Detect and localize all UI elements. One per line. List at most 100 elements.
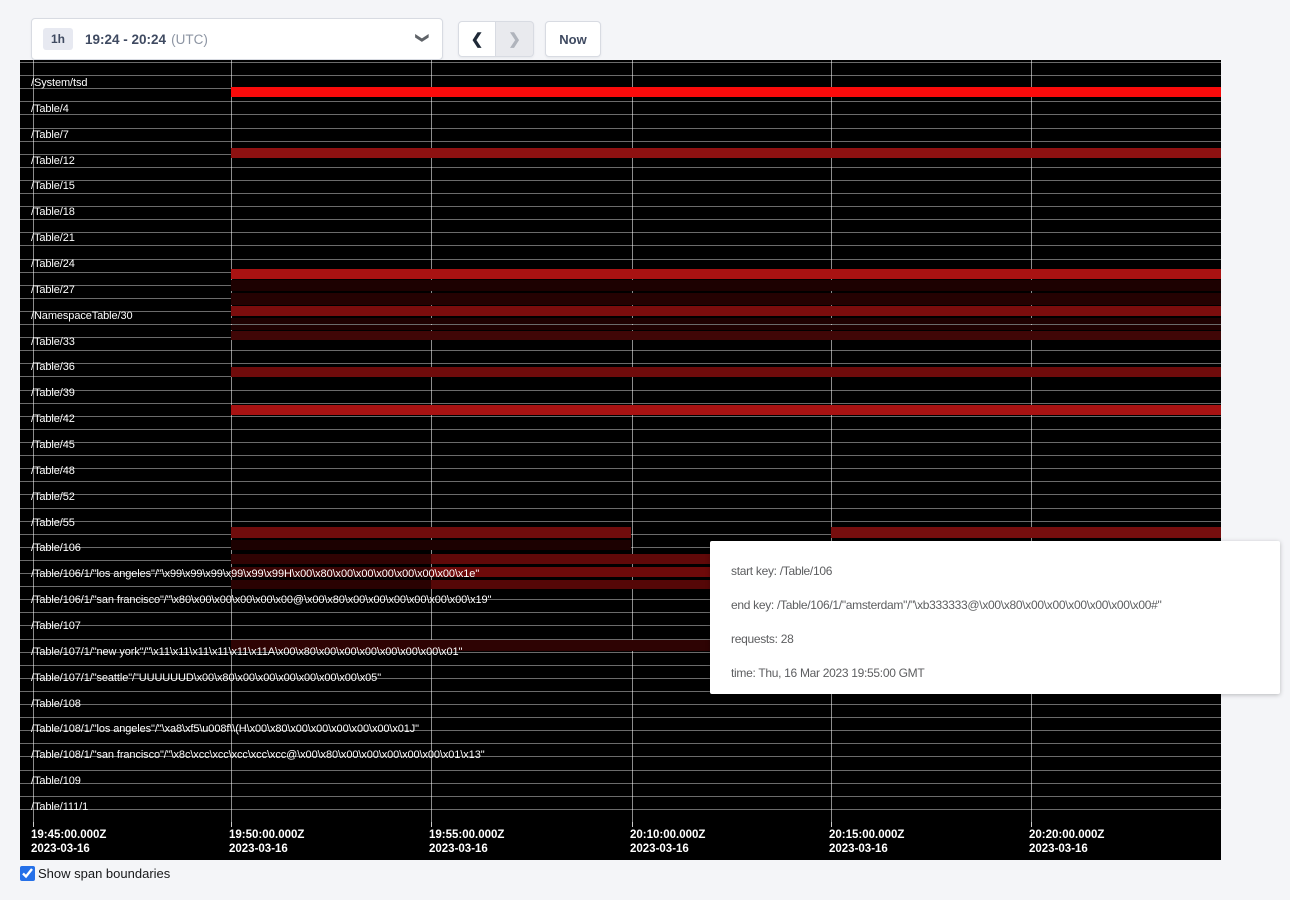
- tooltip-requests: requests: 28: [731, 622, 1272, 656]
- key-span-label: /Table/21: [31, 232, 75, 244]
- span-boundary-line: [20, 193, 1221, 194]
- show-span-boundaries-label: Show span boundaries: [38, 866, 170, 881]
- key-span-label: /Table/27: [31, 284, 75, 296]
- key-span-label: /Table/39: [31, 387, 75, 399]
- key-visualizer-heatmap[interactable]: /System/tsd/Table/4/Table/7/Table/12/Tab…: [20, 60, 1221, 860]
- span-boundary-line: [20, 363, 1221, 364]
- heatmap-plot[interactable]: /System/tsd/Table/4/Table/7/Table/12/Tab…: [20, 60, 1221, 822]
- chevron-right-icon: ❯: [508, 30, 521, 48]
- heat-band[interactable]: [231, 293, 1221, 306]
- key-span-label: /Table/4: [31, 103, 69, 115]
- key-span-label: /Table/108: [31, 698, 81, 710]
- key-span-label: /Table/36: [31, 361, 75, 373]
- span-boundary-line: [20, 442, 1221, 443]
- key-span-label: /Table/42: [31, 413, 75, 425]
- key-span-label: /Table/7: [31, 129, 69, 141]
- chevron-left-icon: ❮: [471, 30, 484, 48]
- footer: Show span boundaries: [20, 866, 170, 881]
- heat-band[interactable]: [231, 325, 1221, 330]
- time-gridline: [431, 60, 432, 822]
- next-time-button[interactable]: ❯: [496, 21, 534, 57]
- span-boundary-line: [20, 167, 1221, 168]
- heat-band[interactable]: [831, 527, 1221, 538]
- heat-band[interactable]: [231, 540, 631, 550]
- chevron-down-icon: ❯: [415, 33, 431, 44]
- key-span-label: /Table/18: [31, 206, 75, 218]
- span-boundary-line: [20, 101, 1221, 102]
- span-boundary-line: [20, 403, 1221, 404]
- key-span-label: /Table/52: [31, 491, 75, 503]
- span-boundary-line: [20, 350, 1221, 351]
- axis-tick-label: 20:10:00.000Z2023-03-16: [630, 828, 705, 856]
- range-timezone: (UTC): [171, 32, 208, 47]
- axis-tick-label: 19:55:00.000Z2023-03-16: [429, 828, 504, 856]
- axis-tick: [231, 822, 232, 827]
- heat-band[interactable]: [231, 269, 1221, 279]
- span-boundary-line: [20, 494, 1221, 495]
- axis-tick: [831, 822, 832, 827]
- span-boundary-line: [20, 206, 1221, 207]
- time-axis: 19:45:00.000Z2023-03-1619:50:00.000Z2023…: [20, 822, 1221, 860]
- key-visualizer-page: 1h 19:24 - 20:24 (UTC) ❯ ❮ ❯ Now /System…: [0, 0, 1290, 900]
- time-gridline: [831, 60, 832, 822]
- span-boundary-line: [20, 390, 1221, 391]
- axis-tick-label: 19:45:00.000Z2023-03-16: [31, 828, 106, 856]
- heat-band[interactable]: [231, 405, 1221, 415]
- span-boundary-line: [20, 114, 1221, 115]
- axis-tick-label: 20:20:00.000Z2023-03-16: [1029, 828, 1104, 856]
- time-nav-group: ❮ ❯: [458, 21, 534, 57]
- span-boundary-line: [20, 455, 1221, 456]
- heat-band[interactable]: [231, 306, 1221, 317]
- key-span-label: /Table/106: [31, 542, 81, 554]
- heat-band[interactable]: [231, 367, 1221, 378]
- span-boundary-line: [20, 704, 1221, 705]
- key-span-label: /Table/15: [31, 180, 75, 192]
- prev-time-button[interactable]: ❮: [458, 21, 496, 57]
- time-range-dropdown[interactable]: 1h 19:24 - 20:24 (UTC) ❯: [31, 18, 443, 60]
- span-boundary-line: [20, 141, 1221, 142]
- heat-band[interactable]: [231, 554, 431, 564]
- span-boundary-line: [20, 429, 1221, 430]
- heat-band[interactable]: [231, 87, 1221, 97]
- axis-tick: [1031, 822, 1032, 827]
- span-boundary-line: [20, 809, 1221, 810]
- toolbar: 1h 19:24 - 20:24 (UTC) ❯ ❮ ❯ Now: [0, 0, 1290, 60]
- key-span-label: /Table/55: [31, 517, 75, 529]
- heat-band[interactable]: [231, 331, 1221, 341]
- span-boundary-line: [20, 75, 1221, 76]
- key-span-label: /Table/108/1/"san francisco"/"\x8c\xcc\x…: [31, 749, 485, 761]
- span-boundary-line: [20, 743, 1221, 744]
- span-boundary-line: [20, 245, 1221, 246]
- heat-band[interactable]: [431, 554, 710, 564]
- key-span-label: /Table/48: [31, 465, 75, 477]
- heat-band[interactable]: [231, 280, 1221, 292]
- span-boundary-line: [20, 232, 1221, 233]
- range-duration-badge: 1h: [43, 28, 73, 50]
- key-span-label: /Table/24: [31, 258, 75, 270]
- time-gridline: [632, 60, 633, 822]
- axis-tick-label: 20:15:00.000Z2023-03-16: [829, 828, 904, 856]
- now-button[interactable]: Now: [545, 21, 601, 57]
- key-span-label: /NamespaceTable/30: [31, 310, 133, 322]
- axis-tick: [632, 822, 633, 827]
- key-span-label: /Table/107/1/"seattle"/"UUUUUUD\x00\x80\…: [31, 672, 381, 684]
- span-boundary-line: [20, 128, 1221, 129]
- key-span-label: /Table/107/1/"new york"/"\x11\x11\x11\x1…: [31, 646, 462, 658]
- range-text: 19:24 - 20:24: [85, 32, 166, 47]
- heat-band[interactable]: [231, 580, 431, 589]
- key-span-label: /System/tsd: [31, 77, 87, 89]
- key-span-label: /Table/106/1/"los angeles"/"\x99\x99\x99…: [31, 568, 479, 580]
- span-boundary-line: [20, 717, 1221, 718]
- span-boundary-line: [20, 180, 1221, 181]
- key-span-label: /Table/109: [31, 775, 81, 787]
- heat-band[interactable]: [231, 527, 631, 538]
- heat-band[interactable]: [231, 148, 1221, 158]
- key-span-label: /Table/45: [31, 439, 75, 451]
- time-gridline: [231, 60, 232, 822]
- heat-band[interactable]: [231, 318, 1221, 324]
- span-boundary-line: [20, 783, 1221, 784]
- heat-band[interactable]: [431, 580, 710, 589]
- span-boundary-line: [20, 770, 1221, 771]
- axis-tick: [33, 822, 34, 827]
- show-span-boundaries-checkbox[interactable]: [20, 866, 35, 881]
